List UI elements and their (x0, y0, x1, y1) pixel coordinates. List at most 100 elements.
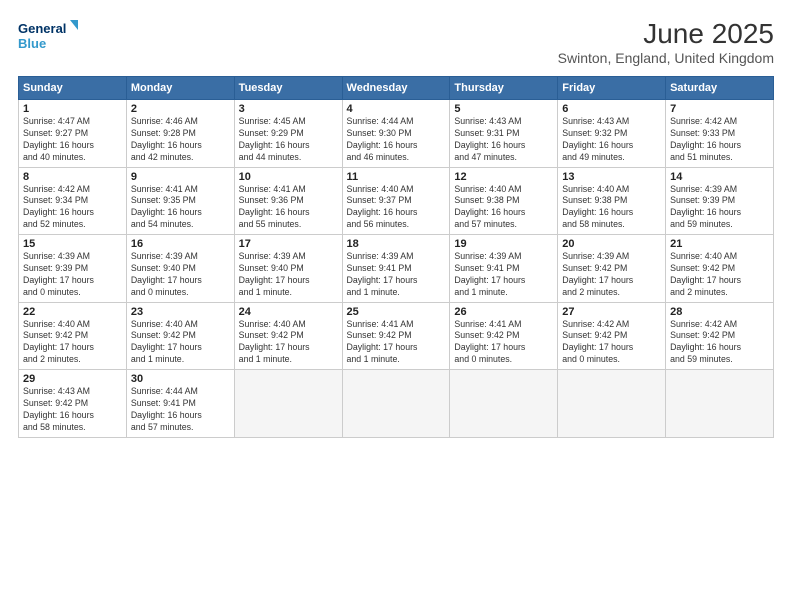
day-number: 28 (670, 306, 769, 318)
calendar-cell: 22Sunrise: 4:40 AMSunset: 9:42 PMDayligh… (19, 302, 127, 370)
calendar-cell: 29Sunrise: 4:43 AMSunset: 9:42 PMDayligh… (19, 370, 127, 438)
col-thursday: Thursday (450, 77, 558, 100)
day-number: 15 (23, 238, 122, 250)
day-info: Sunrise: 4:41 AMSunset: 9:35 PMDaylight:… (131, 184, 230, 232)
calendar-cell: 10Sunrise: 4:41 AMSunset: 9:36 PMDayligh… (234, 167, 342, 235)
calendar-cell: 4Sunrise: 4:44 AMSunset: 9:30 PMDaylight… (342, 100, 450, 168)
day-info: Sunrise: 4:40 AMSunset: 9:37 PMDaylight:… (347, 184, 446, 232)
day-number: 26 (454, 306, 553, 318)
day-number: 22 (23, 306, 122, 318)
day-number: 21 (670, 238, 769, 250)
day-info: Sunrise: 4:40 AMSunset: 9:42 PMDaylight:… (23, 319, 122, 367)
calendar-cell: 3Sunrise: 4:45 AMSunset: 9:29 PMDaylight… (234, 100, 342, 168)
day-info: Sunrise: 4:39 AMSunset: 9:39 PMDaylight:… (23, 251, 122, 299)
day-number: 30 (131, 373, 230, 385)
day-info: Sunrise: 4:42 AMSunset: 9:34 PMDaylight:… (23, 184, 122, 232)
calendar-cell: 14Sunrise: 4:39 AMSunset: 9:39 PMDayligh… (666, 167, 774, 235)
calendar-cell: 6Sunrise: 4:43 AMSunset: 9:32 PMDaylight… (558, 100, 666, 168)
day-info: Sunrise: 4:39 AMSunset: 9:41 PMDaylight:… (347, 251, 446, 299)
calendar-cell (666, 370, 774, 438)
calendar-cell (234, 370, 342, 438)
col-tuesday: Tuesday (234, 77, 342, 100)
calendar-cell: 16Sunrise: 4:39 AMSunset: 9:40 PMDayligh… (126, 235, 234, 303)
day-number: 29 (23, 373, 122, 385)
day-info: Sunrise: 4:39 AMSunset: 9:40 PMDaylight:… (131, 251, 230, 299)
calendar-cell (342, 370, 450, 438)
day-number: 3 (239, 103, 338, 115)
day-number: 10 (239, 171, 338, 183)
day-number: 4 (347, 103, 446, 115)
day-info: Sunrise: 4:40 AMSunset: 9:42 PMDaylight:… (131, 319, 230, 367)
calendar-header: Sunday Monday Tuesday Wednesday Thursday… (19, 77, 774, 100)
svg-text:Blue: Blue (18, 36, 46, 51)
day-number: 23 (131, 306, 230, 318)
col-friday: Friday (558, 77, 666, 100)
calendar-subtitle: Swinton, England, United Kingdom (558, 50, 774, 66)
calendar-cell: 27Sunrise: 4:42 AMSunset: 9:42 PMDayligh… (558, 302, 666, 370)
day-number: 16 (131, 238, 230, 250)
day-info: Sunrise: 4:41 AMSunset: 9:42 PMDaylight:… (347, 319, 446, 367)
day-number: 6 (562, 103, 661, 115)
day-number: 2 (131, 103, 230, 115)
day-number: 9 (131, 171, 230, 183)
logo-svg: General Blue (18, 18, 78, 54)
day-number: 14 (670, 171, 769, 183)
day-info: Sunrise: 4:42 AMSunset: 9:42 PMDaylight:… (562, 319, 661, 367)
day-info: Sunrise: 4:39 AMSunset: 9:40 PMDaylight:… (239, 251, 338, 299)
header: General Blue June 2025 Swinton, England,… (18, 18, 774, 66)
calendar-cell: 17Sunrise: 4:39 AMSunset: 9:40 PMDayligh… (234, 235, 342, 303)
day-info: Sunrise: 4:42 AMSunset: 9:33 PMDaylight:… (670, 116, 769, 164)
calendar-cell: 13Sunrise: 4:40 AMSunset: 9:38 PMDayligh… (558, 167, 666, 235)
day-number: 20 (562, 238, 661, 250)
day-info: Sunrise: 4:44 AMSunset: 9:30 PMDaylight:… (347, 116, 446, 164)
calendar-cell: 12Sunrise: 4:40 AMSunset: 9:38 PMDayligh… (450, 167, 558, 235)
calendar-title: June 2025 (558, 18, 774, 50)
day-info: Sunrise: 4:43 AMSunset: 9:42 PMDaylight:… (23, 386, 122, 434)
calendar-cell: 15Sunrise: 4:39 AMSunset: 9:39 PMDayligh… (19, 235, 127, 303)
calendar-cell: 8Sunrise: 4:42 AMSunset: 9:34 PMDaylight… (19, 167, 127, 235)
title-block: June 2025 Swinton, England, United Kingd… (558, 18, 774, 66)
calendar-body: 1Sunrise: 4:47 AMSunset: 9:27 PMDaylight… (19, 100, 774, 438)
calendar-cell: 30Sunrise: 4:44 AMSunset: 9:41 PMDayligh… (126, 370, 234, 438)
day-info: Sunrise: 4:47 AMSunset: 9:27 PMDaylight:… (23, 116, 122, 164)
day-number: 7 (670, 103, 769, 115)
day-number: 24 (239, 306, 338, 318)
day-number: 13 (562, 171, 661, 183)
calendar-cell: 21Sunrise: 4:40 AMSunset: 9:42 PMDayligh… (666, 235, 774, 303)
day-number: 19 (454, 238, 553, 250)
day-info: Sunrise: 4:39 AMSunset: 9:39 PMDaylight:… (670, 184, 769, 232)
day-number: 27 (562, 306, 661, 318)
day-number: 8 (23, 171, 122, 183)
col-saturday: Saturday (666, 77, 774, 100)
calendar-table: Sunday Monday Tuesday Wednesday Thursday… (18, 76, 774, 438)
day-info: Sunrise: 4:46 AMSunset: 9:28 PMDaylight:… (131, 116, 230, 164)
calendar-cell: 28Sunrise: 4:42 AMSunset: 9:42 PMDayligh… (666, 302, 774, 370)
day-info: Sunrise: 4:39 AMSunset: 9:42 PMDaylight:… (562, 251, 661, 299)
day-info: Sunrise: 4:40 AMSunset: 9:38 PMDaylight:… (454, 184, 553, 232)
calendar-cell: 5Sunrise: 4:43 AMSunset: 9:31 PMDaylight… (450, 100, 558, 168)
day-info: Sunrise: 4:41 AMSunset: 9:42 PMDaylight:… (454, 319, 553, 367)
logo: General Blue (18, 18, 78, 54)
day-number: 1 (23, 103, 122, 115)
day-number: 12 (454, 171, 553, 183)
day-info: Sunrise: 4:40 AMSunset: 9:42 PMDaylight:… (670, 251, 769, 299)
col-wednesday: Wednesday (342, 77, 450, 100)
calendar-cell: 18Sunrise: 4:39 AMSunset: 9:41 PMDayligh… (342, 235, 450, 303)
day-number: 17 (239, 238, 338, 250)
day-info: Sunrise: 4:42 AMSunset: 9:42 PMDaylight:… (670, 319, 769, 367)
day-info: Sunrise: 4:40 AMSunset: 9:42 PMDaylight:… (239, 319, 338, 367)
day-number: 11 (347, 171, 446, 183)
day-info: Sunrise: 4:45 AMSunset: 9:29 PMDaylight:… (239, 116, 338, 164)
day-info: Sunrise: 4:39 AMSunset: 9:41 PMDaylight:… (454, 251, 553, 299)
col-sunday: Sunday (19, 77, 127, 100)
calendar-cell: 20Sunrise: 4:39 AMSunset: 9:42 PMDayligh… (558, 235, 666, 303)
calendar-cell (450, 370, 558, 438)
calendar-cell: 24Sunrise: 4:40 AMSunset: 9:42 PMDayligh… (234, 302, 342, 370)
day-info: Sunrise: 4:40 AMSunset: 9:38 PMDaylight:… (562, 184, 661, 232)
calendar-cell (558, 370, 666, 438)
calendar-cell: 11Sunrise: 4:40 AMSunset: 9:37 PMDayligh… (342, 167, 450, 235)
calendar-cell: 7Sunrise: 4:42 AMSunset: 9:33 PMDaylight… (666, 100, 774, 168)
calendar-cell: 19Sunrise: 4:39 AMSunset: 9:41 PMDayligh… (450, 235, 558, 303)
col-monday: Monday (126, 77, 234, 100)
day-info: Sunrise: 4:41 AMSunset: 9:36 PMDaylight:… (239, 184, 338, 232)
